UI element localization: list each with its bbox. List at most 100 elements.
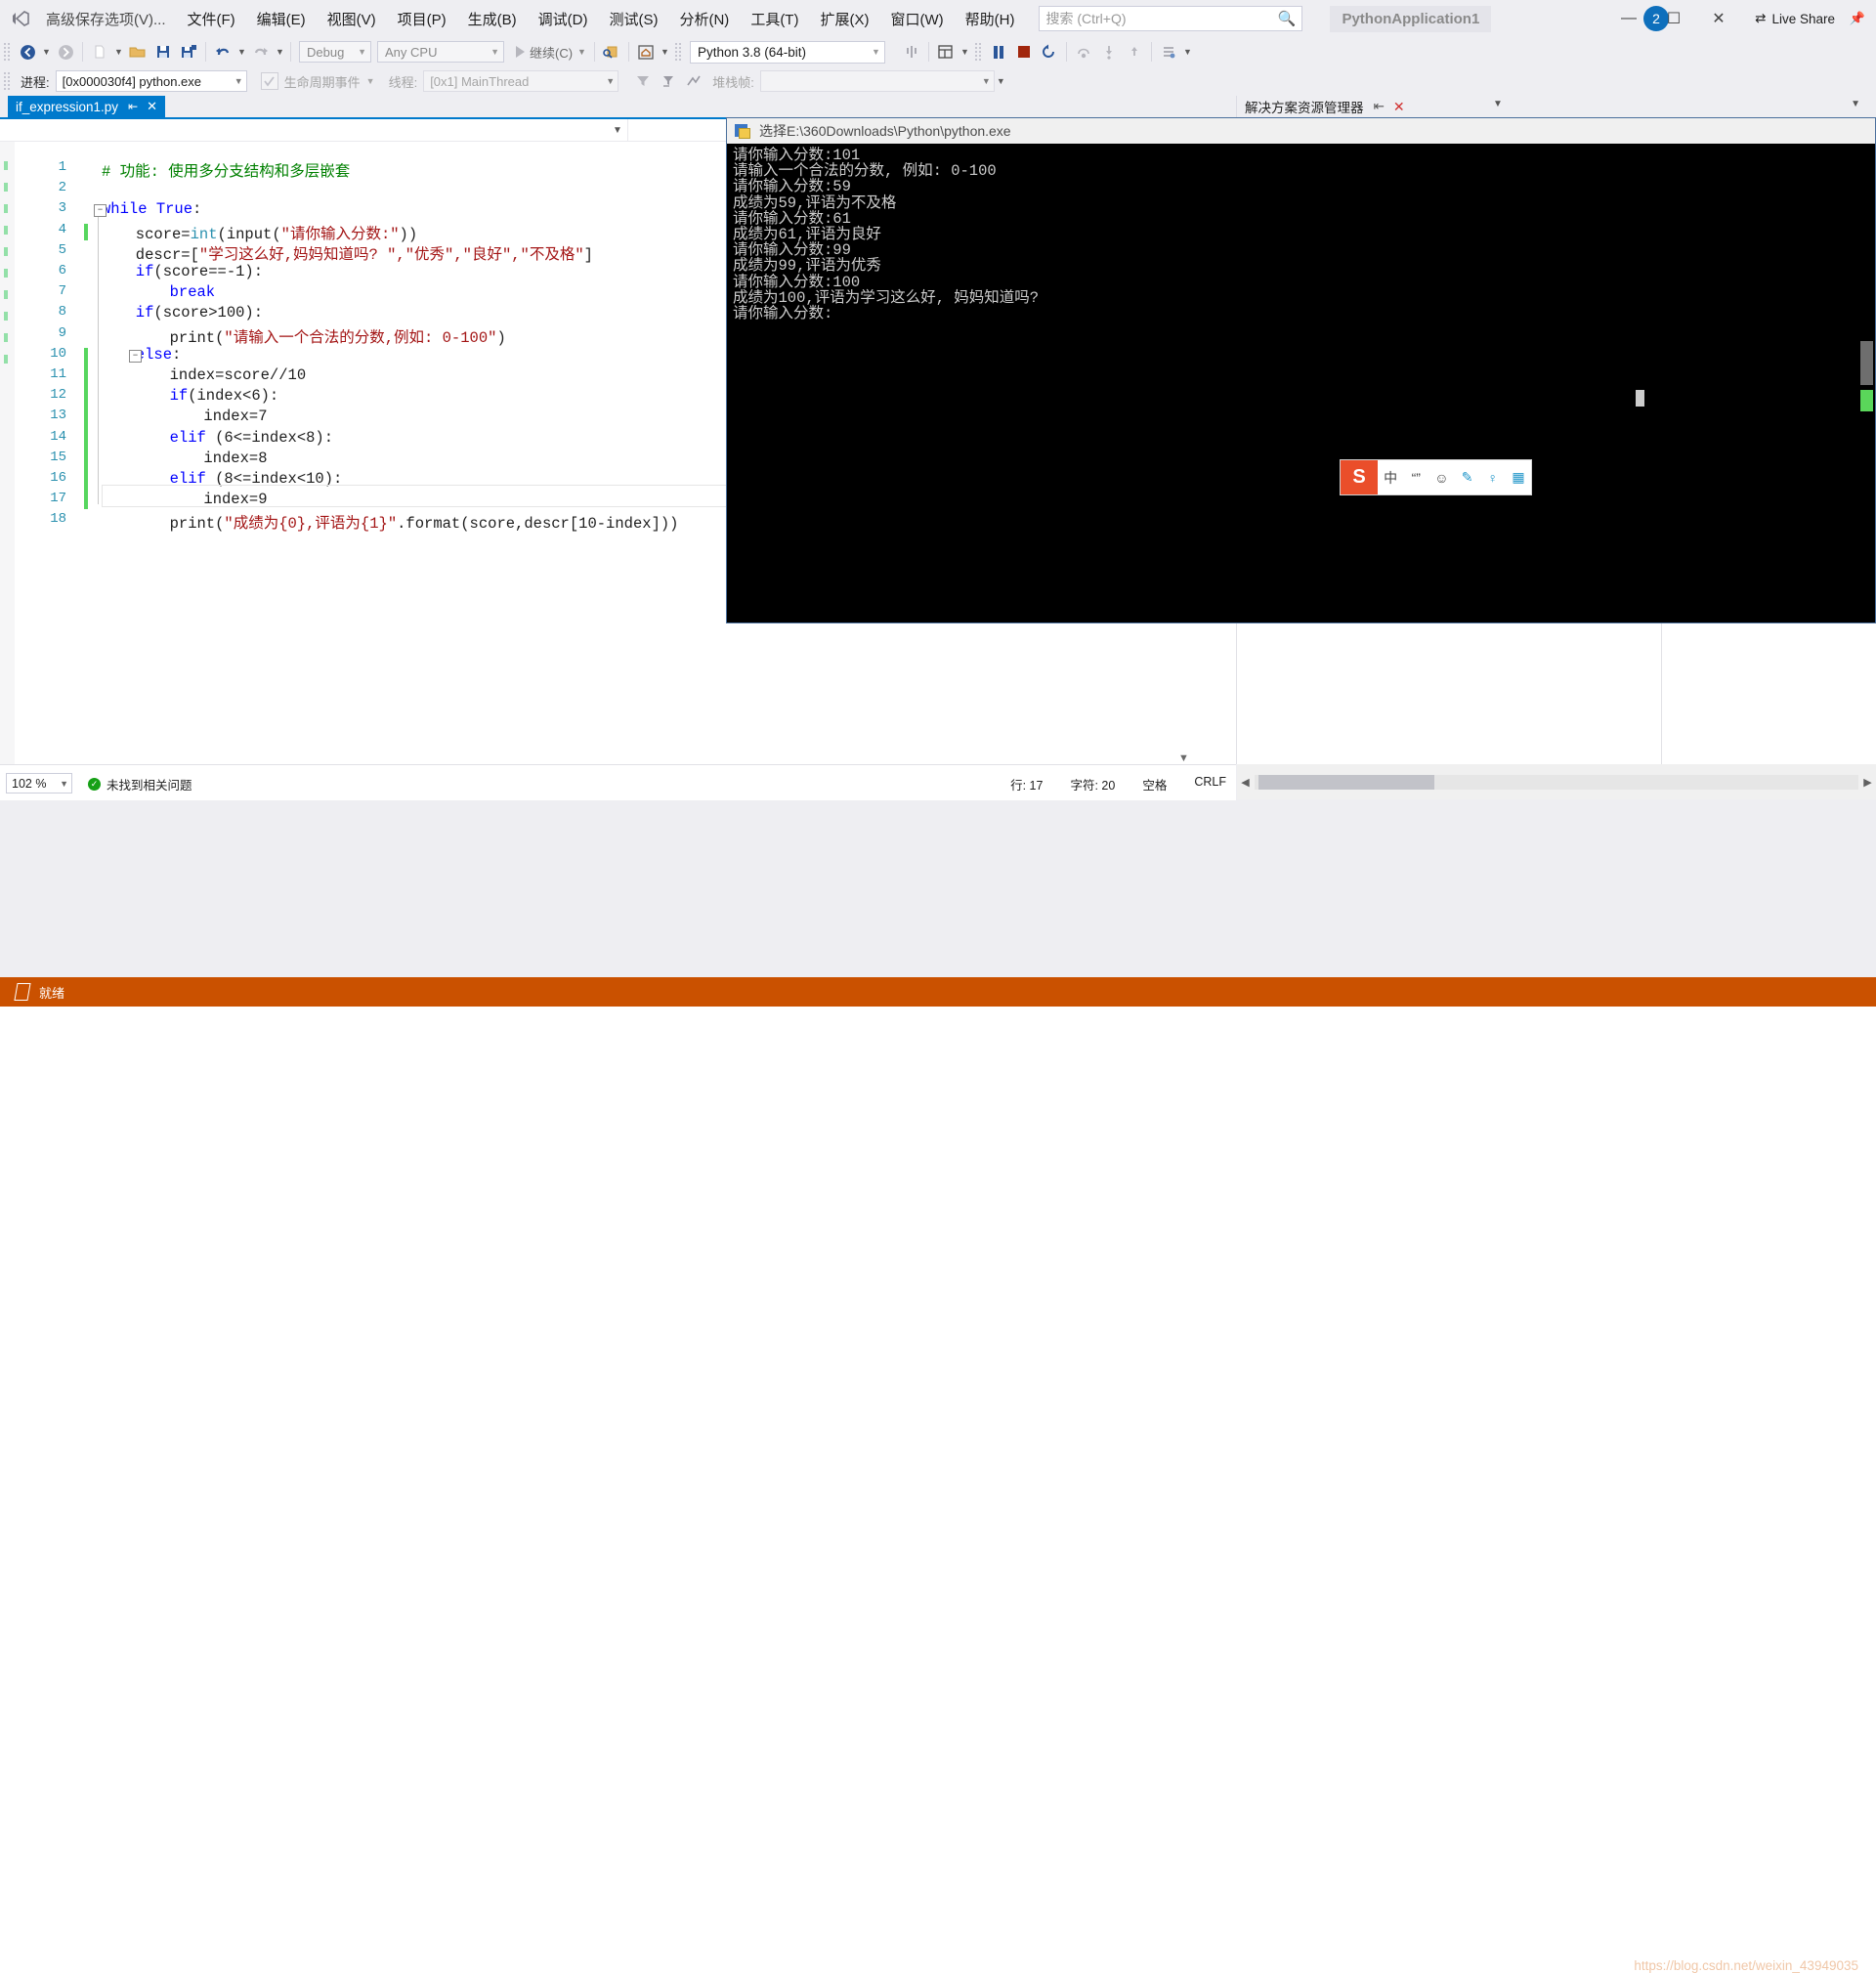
code-line[interactable]: score=int(input("请你输入分数:")) <box>102 222 417 243</box>
pin-tab-icon[interactable]: ⇤ <box>128 100 138 113</box>
close-panel-icon[interactable]: ✕ <box>1393 99 1405 115</box>
break-all-icon[interactable] <box>899 40 924 64</box>
process-combo[interactable]: [0x000030f4] python.exe ▼ <box>55 70 247 92</box>
document-tab-overflow-icon[interactable]: ▼ <box>1493 99 1503 109</box>
menu-item-view[interactable]: 视图(V) <box>317 4 387 34</box>
thread-icon[interactable] <box>1156 40 1181 64</box>
fold-toggle-icon[interactable]: − <box>129 349 142 363</box>
ime-punctuation-icon[interactable]: “” <box>1403 470 1428 486</box>
menu-item-test[interactable]: 测试(S) <box>598 4 668 34</box>
line-ending-indicator[interactable]: CRLF <box>1194 775 1226 793</box>
sogou-ime-logo-icon[interactable]: S <box>1341 460 1378 494</box>
code-line[interactable]: if(score==-1): <box>102 263 263 280</box>
pause-icon[interactable] <box>986 40 1011 64</box>
code-line[interactable]: if(score>100): <box>102 304 263 322</box>
ime-emoji-icon[interactable]: ☺ <box>1428 470 1454 486</box>
menu-item-file[interactable]: 文件(F) <box>177 4 246 34</box>
code-line[interactable]: index=score//10 <box>102 366 307 384</box>
solution-configuration-combo[interactable]: Debug ▼ <box>299 41 371 63</box>
code-line[interactable]: index=8 <box>102 450 267 467</box>
menu-item-build[interactable]: 生成(B) <box>457 4 528 34</box>
zoom-level-combo[interactable]: 102 % ▼ <box>6 773 72 793</box>
scroll-track[interactable] <box>1255 774 1858 790</box>
flag-filter-2-icon[interactable] <box>656 69 681 93</box>
toolbar-grip-2[interactable] <box>673 42 683 62</box>
menu-item-extensions[interactable]: 扩展(X) <box>809 4 879 34</box>
chevron-down-icon[interactable]: ▼ <box>608 125 627 136</box>
panel-overflow-icon[interactable]: ▼ <box>1851 99 1860 109</box>
stop-icon[interactable] <box>1011 40 1037 64</box>
navigate-back-icon[interactable] <box>15 40 40 64</box>
step-over-icon[interactable] <box>1071 40 1096 64</box>
start-page-icon[interactable] <box>633 40 659 64</box>
fold-toggle-icon[interactable]: − <box>94 204 107 218</box>
lifecycle-dropdown-icon[interactable]: ▼ <box>366 76 383 86</box>
code-line[interactable]: print("请输入一个合法的分数,例如: 0-100") <box>102 325 506 347</box>
window-layout-dropdown-icon[interactable]: ▼ <box>959 40 971 64</box>
close-button[interactable]: ✕ <box>1696 0 1741 37</box>
start-page-dropdown-icon[interactable]: ▼ <box>659 40 671 64</box>
code-line[interactable]: elif (6<=index<8): <box>102 429 333 447</box>
scroll-thumb[interactable] <box>1258 774 1434 790</box>
ime-toolbar[interactable]: S 中 “” ☺ ✎ ♀ ▦ <box>1340 459 1532 495</box>
save-all-icon[interactable] <box>176 40 201 64</box>
redo-dropdown-icon[interactable]: ▼ <box>274 40 286 64</box>
menu-item-advanced-save[interactable]: 高级保存选项(V)... <box>35 4 177 34</box>
menu-item-debug[interactable]: 调试(D) <box>528 4 599 34</box>
menu-item-project[interactable]: 项目(P) <box>387 4 457 34</box>
restart-icon[interactable] <box>1037 40 1062 64</box>
debugbar-overflow-icon[interactable]: ▼ <box>995 69 1007 93</box>
panel-horizontal-scrollbar[interactable]: ◀ ▶ <box>1237 764 1876 799</box>
navigate-forward-icon[interactable] <box>53 40 78 64</box>
chevron-down-icon[interactable]: ▼ <box>577 47 586 57</box>
scroll-left-icon[interactable]: ◀ <box>1237 776 1254 789</box>
tab-solution-explorer[interactable]: 解决方案资源管理器 ⇤ ✕ <box>1236 96 1413 117</box>
ime-microphone-icon[interactable]: ♀ <box>1480 470 1506 486</box>
pin-panel-icon[interactable]: ⇤ <box>1374 99 1385 114</box>
flag-filter-icon[interactable] <box>630 69 656 93</box>
menu-item-tools[interactable]: 工具(T) <box>740 4 809 34</box>
debugbar-grip[interactable] <box>3 71 12 91</box>
search-input[interactable]: 搜索 (Ctrl+Q) 🔍 <box>1039 6 1303 31</box>
undo-dropdown-icon[interactable]: ▼ <box>235 40 248 64</box>
code-line[interactable]: if(index<6): <box>102 387 279 405</box>
open-folder-icon[interactable] <box>125 40 150 64</box>
minimize-button[interactable]: — <box>1606 0 1651 37</box>
console-scrollbar-marker[interactable] <box>1860 390 1873 411</box>
close-tab-icon[interactable]: ✕ <box>147 99 157 114</box>
stack-frame-combo[interactable]: ▼ <box>759 70 995 92</box>
menu-item-window[interactable]: 窗口(W) <box>879 4 954 34</box>
step-out-icon[interactable] <box>1122 40 1147 64</box>
thread-combo[interactable]: [0x1] MainThread ▼ <box>423 70 619 92</box>
redo-icon[interactable] <box>248 40 274 64</box>
save-icon[interactable] <box>150 40 176 64</box>
stack-frame-filter-icon[interactable] <box>681 69 706 93</box>
ime-toolbox-icon[interactable]: ▦ <box>1506 469 1531 486</box>
issue-status[interactable]: ✓ 未找到相关问题 <box>88 775 192 793</box>
code-line[interactable]: print("成绩为{0},评语为{1}".format(score,descr… <box>102 511 679 533</box>
menu-item-edit[interactable]: 编辑(E) <box>246 4 317 34</box>
code-line[interactable]: while True: <box>102 200 201 218</box>
python-interpreter-combo[interactable]: Python 3.8 (64-bit) ▼ <box>689 40 885 64</box>
thread-dropdown-icon[interactable]: ▼ <box>1181 40 1194 64</box>
continue-button[interactable]: 继续(C) ▼ <box>512 43 590 62</box>
menu-item-analyze[interactable]: 分析(N) <box>668 4 740 34</box>
code-line[interactable]: index=7 <box>102 407 267 425</box>
code-line[interactable]: # 功能: 使用多分支结构和多层嵌套 <box>102 159 350 181</box>
code-line[interactable]: break <box>102 283 216 301</box>
panel-scroll-down-icon[interactable]: ▼ <box>1178 752 1189 764</box>
menu-item-help[interactable]: 帮助(H) <box>955 4 1026 34</box>
navbar-type-combo[interactable] <box>0 119 608 141</box>
attach-process-icon[interactable] <box>599 40 624 64</box>
undo-icon[interactable] <box>210 40 235 64</box>
python-console-window[interactable]: 选择E:\360Downloads\Python\python.exe 请你输入… <box>726 117 1876 623</box>
tab-if-expression1[interactable]: if_expression1.py ⇤ ✕ <box>8 96 166 117</box>
solution-platform-combo[interactable]: Any CPU ▼ <box>377 41 504 63</box>
scroll-right-icon[interactable]: ▶ <box>1859 776 1876 789</box>
ime-pen-icon[interactable]: ✎ <box>1455 469 1480 486</box>
navigate-back-dropdown-icon[interactable]: ▼ <box>40 40 53 64</box>
lifecycle-events-checkbox[interactable] <box>260 72 278 90</box>
console-scrollbar-thumb[interactable] <box>1860 341 1873 385</box>
toolbar-grip-3[interactable] <box>973 42 983 62</box>
indentation-indicator[interactable]: 空格 <box>1142 775 1167 793</box>
